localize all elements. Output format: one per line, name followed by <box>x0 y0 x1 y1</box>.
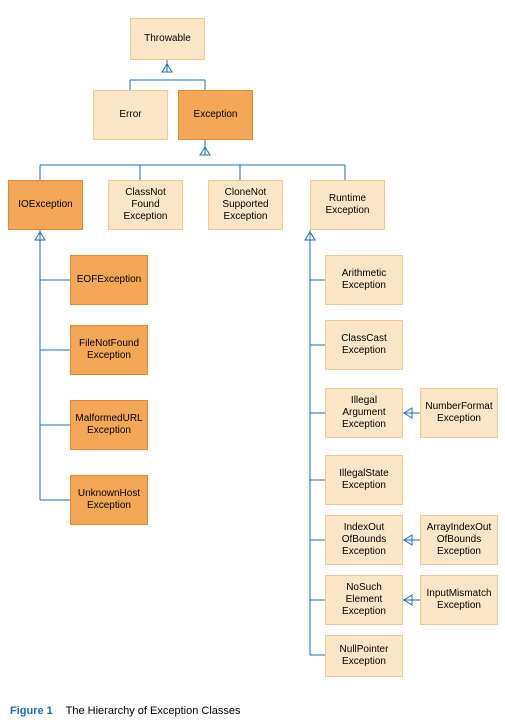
label: UnknownHostException <box>78 488 140 512</box>
node-indexoutofbounds: IndexOutOfBoundsException <box>325 515 403 565</box>
node-throwable: Throwable <box>130 18 205 60</box>
label: NumberFormatException <box>425 401 492 425</box>
node-arithmetic: ArithmeticException <box>325 255 403 305</box>
node-illegalstate: IllegalStateException <box>325 455 403 505</box>
figure-text: The Hierarchy of Exception Classes <box>66 705 241 717</box>
label: ArrayIndexOutOfBoundsException <box>427 522 491 558</box>
node-classcast: ClassCastException <box>325 320 403 370</box>
label: ClassCastException <box>341 333 387 357</box>
node-arrayindexoutofbounds: ArrayIndexOutOfBoundsException <box>420 515 498 565</box>
node-inputmismatch: InputMismatchException <box>420 575 498 625</box>
label: IOException <box>18 199 72 211</box>
label: IllegalStateException <box>339 468 388 492</box>
node-unknownhost: UnknownHostException <box>70 475 148 525</box>
node-error: Error <box>93 90 168 140</box>
label: Error <box>119 109 141 121</box>
node-eof: EOFException <box>70 255 148 305</box>
label: ArithmeticException <box>342 268 386 292</box>
node-classnotfound: ClassNotFoundException <box>108 180 183 230</box>
label: NullPointerException <box>340 644 389 668</box>
node-filenotfound: FileNotFoundException <box>70 325 148 375</box>
label: Throwable <box>144 33 191 45</box>
label: CloneNotSupportedException <box>222 187 268 223</box>
node-nosuchelement: NoSuchElementException <box>325 575 403 625</box>
label: EOFException <box>77 274 141 286</box>
label: IllegalArgumentException <box>342 395 386 431</box>
label: FileNotFoundException <box>79 338 139 362</box>
node-numberformat: NumberFormatException <box>420 388 498 438</box>
label: MalformedURLException <box>75 413 142 437</box>
label: RuntimeException <box>326 193 370 217</box>
label: Exception <box>194 109 238 121</box>
node-exception: Exception <box>178 90 253 140</box>
label: InputMismatchException <box>426 588 491 612</box>
node-malformedurl: MalformedURLException <box>70 400 148 450</box>
label: IndexOutOfBoundsException <box>342 522 386 558</box>
node-clonenotsupported: CloneNotSupportedException <box>208 180 283 230</box>
node-ioexception: IOException <box>8 180 83 230</box>
node-nullpointer: NullPointerException <box>325 635 403 677</box>
figure-caption: Figure 1 The Hierarchy of Exception Clas… <box>10 705 241 717</box>
node-illegalargument: IllegalArgumentException <box>325 388 403 438</box>
label: NoSuchElementException <box>342 582 386 618</box>
node-runtime: RuntimeException <box>310 180 385 230</box>
label: ClassNotFoundException <box>124 187 168 223</box>
figure-number: Figure 1 <box>10 705 53 717</box>
